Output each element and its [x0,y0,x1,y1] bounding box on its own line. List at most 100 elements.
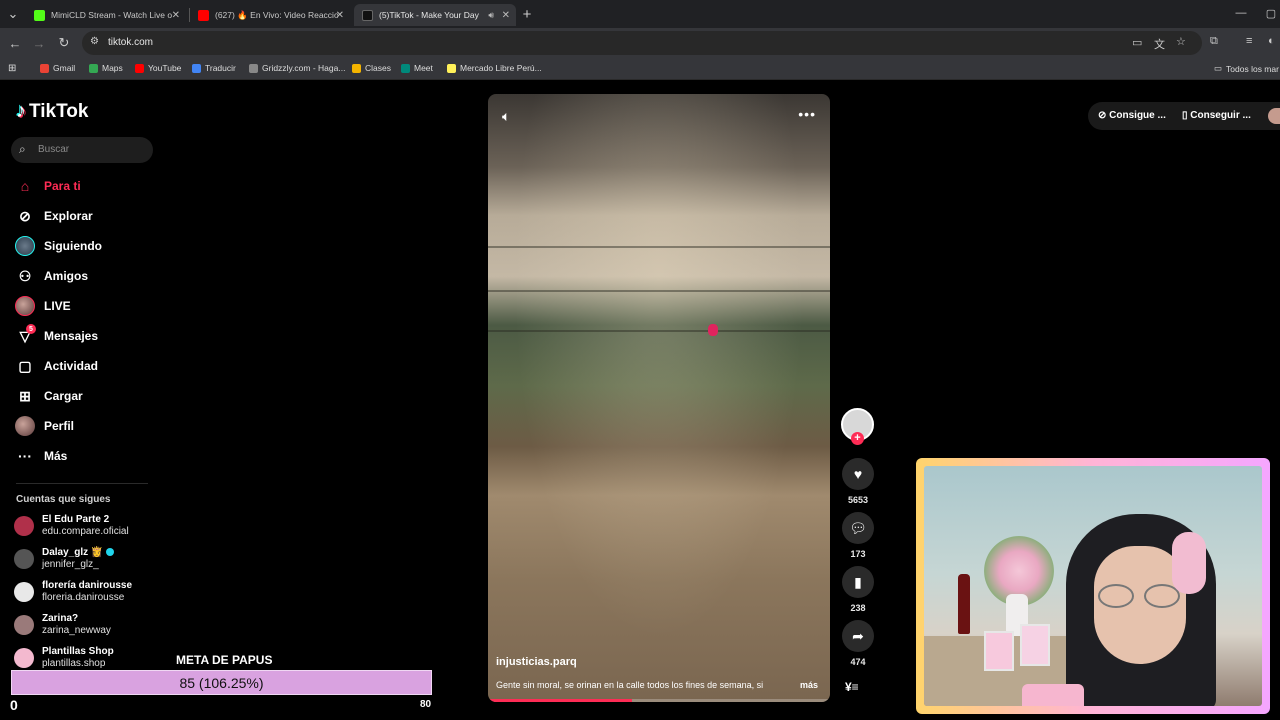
tab-close-icon[interactable]: ✕ [172,10,180,21]
bookmark-label: Gridzzly.com - Haga... [262,63,346,73]
bookmark-maps[interactable]: Maps [89,63,123,73]
address-bar[interactable]: ⚙ tiktok.com ▭ 文 ☆ [82,31,1202,55]
sidebar-item-para-ti[interactable]: ⌂ Para ti [14,176,81,196]
user-avatar[interactable] [1268,108,1280,124]
video-player[interactable]: 🔈︎ ••• injusticias.parq Gente sin moral,… [488,94,830,702]
upload-icon: ⊞ [19,387,31,404]
following-account[interactable]: Plantillas Shop plantillas.shop [14,646,114,670]
apps-grid-icon[interactable]: ⊞ [8,63,16,74]
sidebar-item-label: Más [44,449,68,463]
bookmark-label: Traducir [205,63,236,73]
gmail-icon [40,63,49,73]
avatar [14,582,34,602]
get-coins-label: Consigue ... [1109,110,1166,121]
like-button[interactable]: ♥ 5653 [842,458,874,505]
extensions-icon[interactable]: ⧉ [1210,35,1218,48]
sidebar-item-cargar[interactable]: ⊞ Cargar [14,386,83,406]
more-options-icon[interactable]: ••• [798,106,816,122]
webcam-overlay [916,458,1270,714]
bookmark-gridzzly[interactable]: Gridzzly.com - Haga... [249,63,345,73]
video-author[interactable]: injusticias.parq [496,656,577,668]
video-progress-bar[interactable] [488,699,830,702]
maximize-window-icon[interactable]: ▢ [1262,4,1280,22]
video-frame-detail [488,290,830,292]
reading-list-icon[interactable]: ≡ [1246,35,1252,47]
webcam-scene [984,631,1014,671]
account-handle: floreria.danirousse [42,592,125,603]
youtube-favicon-icon [198,9,209,21]
see-more-button[interactable]: más [800,680,818,690]
get-coins-button[interactable]: ⊘ Consigue ... [1098,110,1166,121]
sidebar-item-label: Cargar [44,389,83,403]
follow-plus-icon[interactable]: + [851,432,864,445]
bookmark-clases[interactable]: Clases [352,63,391,73]
browser-tabbar: ⌄ MimiCLD Stream - Watch Live o ✕ (627) … [0,0,1280,28]
sidebar-item-actividad[interactable]: ▢ Actividad [14,356,98,376]
share-button[interactable]: ➦ 474 [842,620,874,667]
sidebar-item-label: Amigos [44,269,89,283]
classroom-icon [352,63,361,73]
reload-icon[interactable]: ↻ [55,34,73,52]
profile-icon [14,416,36,436]
tab-mimicld[interactable]: MimiCLD Stream - Watch Live o ✕ [26,4,186,26]
bookmark-youtube[interactable]: YouTube [135,63,181,73]
cast-icon[interactable]: ▭ [1132,36,1142,49]
get-app-button[interactable]: ▯ Conseguir ... [1182,110,1251,121]
following-account[interactable]: florería danirousse floreria.danirousse [14,580,132,604]
bookmark-gmail[interactable]: Gmail [40,63,75,73]
bookmark-star-icon[interactable]: ☆ [1176,35,1186,48]
live-icon [14,296,36,316]
tab-audio-icon[interactable]: 🔊︎ [488,10,494,21]
streamer-headphones [1172,532,1206,594]
new-tab-icon[interactable]: + [518,5,536,23]
sidebar-item-live[interactable]: LIVE [14,296,71,316]
following-account[interactable]: El Edu Parte 2 edu.compare.oficial [14,514,129,538]
account-name: Dalay_glz 👸 [42,547,104,558]
search-input[interactable]: ⌕ Buscar [11,137,153,163]
comment-button[interactable]: 💬︎ 173 [842,512,874,559]
kick-favicon-icon [34,9,45,21]
volume-icon[interactable]: 🔈︎ [502,108,510,125]
site-info-icon[interactable]: ⚙ [90,36,99,47]
streamer-phone [1022,684,1084,706]
translate-icon[interactable]: 文 [1154,36,1165,52]
bookmark-traducir[interactable]: Traducir [192,63,236,73]
tab-title: MimiCLD Stream - Watch Live o [51,10,173,20]
music-disc-icon[interactable]: ¥≡ [845,680,859,694]
sidebar-item-amigos[interactable]: ⚇ Amigos [14,266,88,286]
home-icon: ⌂ [20,178,30,194]
tab-close-icon[interactable]: ✕ [502,10,510,21]
tab-youtube[interactable]: (627) 🔥 En Vivo: Video Reaccio ✕ [190,4,350,26]
bookmark-meet[interactable]: Meet [401,63,433,73]
messages-icon: ▽ 5 [14,324,36,346]
sidebar-item-mas[interactable]: ··· Más [14,446,67,466]
tab-title: (627) 🔥 En Vivo: Video Reaccio [215,9,339,20]
sidebar-item-siguiendo[interactable]: Siguiendo [14,236,102,256]
tab-tiktok[interactable]: (5)TikTok - Make Your Day 🔊︎ ✕ [354,4,516,26]
account-name: florería danirousse [42,580,133,591]
following-account[interactable]: Zarina? zarina_newway [14,613,111,637]
account-handle: zarina_newway [42,625,111,636]
profile-icon[interactable]: ◐ [1268,35,1275,47]
sidebar-item-explorar[interactable]: ⊘ Explorar [14,206,93,226]
following-account[interactable]: Dalay_glz 👸 jennifer_glz_ [14,547,115,571]
bookmark-label: Gmail [53,63,76,73]
sidebar-item-label: Perfil [44,419,75,433]
bookmark-mercadolibre[interactable]: Mercado Libre Perú... [447,63,542,73]
all-bookmarks[interactable]: ▭ Todos los mar [1214,63,1279,74]
search-placeholder: Buscar [38,144,70,155]
tab-close-icon[interactable]: ✕ [336,10,344,21]
save-button[interactable]: ▮ 238 [842,566,874,613]
sidebar-item-label: Actividad [44,359,99,373]
back-icon[interactable]: ← [6,34,24,52]
tiktok-favicon-icon [362,9,373,21]
webcam-feed [924,466,1262,706]
comment-icon: 💬︎ [842,512,874,544]
tab-search-icon[interactable]: ⌄ [4,5,22,23]
sidebar-item-mensajes[interactable]: ▽ 5 Mensajes [14,324,98,346]
translate-icon [192,63,201,73]
tiktok-logo[interactable]: ♪ TikTok [16,100,88,123]
minimize-window-icon[interactable]: — [1232,4,1250,22]
sidebar-item-perfil[interactable]: Perfil [14,416,74,436]
forward-icon[interactable]: → [30,34,48,52]
